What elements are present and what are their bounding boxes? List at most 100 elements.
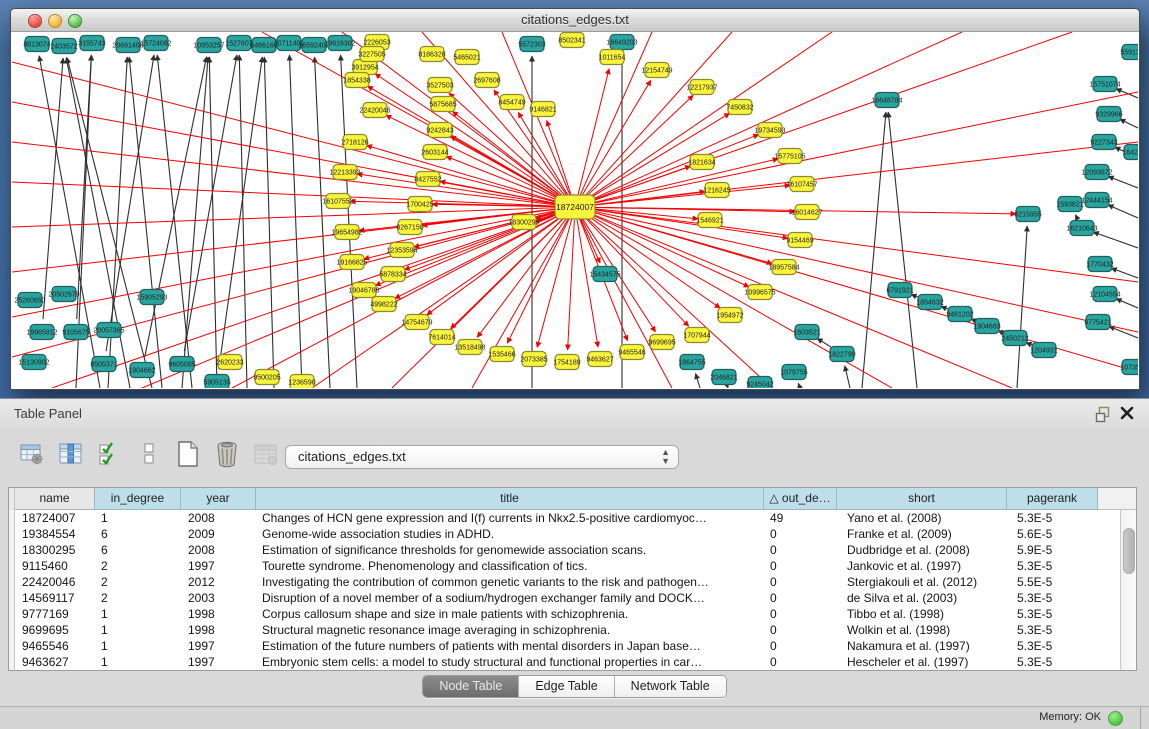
network-edge[interactable]	[446, 156, 563, 202]
network-edge[interactable]	[1108, 176, 1138, 188]
network-edge[interactable]	[1108, 205, 1138, 218]
new-table-icon[interactable]	[174, 439, 202, 469]
table-row[interactable]: 2242004622012Investigating the contribut…	[9, 574, 1120, 590]
network-edge[interactable]	[209, 57, 217, 388]
network-edge[interactable]	[145, 57, 207, 358]
tab-edge-table[interactable]: Edge Table	[519, 676, 614, 697]
tab-node-table[interactable]: Node Table	[423, 676, 519, 697]
network-edge[interactable]	[1075, 215, 1076, 217]
delete-icon[interactable]	[213, 439, 241, 469]
network-node-label: 9242843	[426, 128, 453, 135]
column-header-in_degree[interactable]: in_degree	[95, 488, 181, 510]
network-edge[interactable]	[586, 214, 720, 308]
network-edge[interactable]	[588, 159, 779, 204]
network-edge[interactable]	[588, 92, 1138, 204]
window-title: citations_edges.txt	[11, 12, 1139, 27]
network-edge[interactable]	[845, 366, 850, 388]
table-cell: 5.6E-5	[1007, 526, 1098, 542]
network-edge[interactable]	[588, 209, 788, 238]
network-edge[interactable]	[106, 55, 154, 351]
unselect-all-columns-icon[interactable]	[135, 439, 163, 469]
network-edge[interactable]	[568, 220, 575, 350]
table-row[interactable]: 946362711997Embryonic stem cells: a mode…	[9, 654, 1120, 670]
network-edge[interactable]	[588, 185, 790, 205]
column-visibility-icon[interactable]	[57, 439, 85, 469]
table-cell: 1998	[181, 606, 256, 622]
scrollbar-thumb[interactable]	[1123, 528, 1135, 574]
network-node-label: 20691406	[112, 43, 143, 50]
network-node-label: 1954972	[716, 313, 743, 320]
network-edge[interactable]	[108, 57, 127, 388]
table-row[interactable]: 977716911998Corpus callosum shape and si…	[9, 606, 1120, 622]
column-header-title[interactable]: title	[256, 488, 764, 510]
network-edge[interactable]	[289, 55, 302, 388]
network-edge[interactable]	[239, 55, 247, 388]
column-header-out_de[interactable]: △ out_de…	[764, 488, 837, 510]
network-edge[interactable]	[427, 215, 565, 315]
network-edge[interactable]	[817, 338, 831, 347]
column-header-pagerank[interactable]: pagerank	[1007, 488, 1098, 510]
table-selector-dropdown[interactable]: citations_edges.txt ▲▼	[285, 445, 679, 469]
select-all-columns-icon[interactable]	[96, 439, 124, 469]
column-header-name[interactable]: name	[15, 488, 95, 510]
network-edge[interactable]	[232, 213, 564, 388]
network-edge[interactable]	[1116, 299, 1138, 308]
network-node-label: 9605085	[168, 362, 195, 369]
network-node-label: 8215955	[1014, 212, 1041, 219]
network-node-label: 2073385	[520, 357, 547, 364]
table-row[interactable]: 1938455462009Genome-wide association stu…	[9, 526, 1120, 542]
column-header-year[interactable]: year	[181, 488, 256, 510]
column-header-short[interactable]: short	[837, 488, 1007, 510]
close-panel-icon[interactable]	[1119, 405, 1137, 423]
network-edge[interactable]	[798, 383, 800, 388]
network-node-label: 16649203	[606, 40, 637, 47]
table-cell: 19384554	[15, 526, 95, 542]
network-edge[interactable]	[1116, 89, 1138, 98]
network-node-label: 1642375	[1122, 150, 1138, 157]
network-node-label: 12353594	[386, 248, 417, 255]
table-panel-title: Table Panel	[14, 406, 82, 421]
network-node-label: 9465546	[618, 350, 645, 357]
table-row[interactable]: 911546021997Tourette syndrome. Phenomeno…	[9, 558, 1120, 574]
table-cell: Hescheler et al. (1997)	[837, 654, 1007, 670]
network-edge[interactable]	[587, 32, 962, 202]
tab-network-table[interactable]: Network Table	[615, 676, 726, 697]
network-node-label: 15130902	[18, 360, 49, 367]
table-cell: Structural magnetic resonance image aver…	[256, 622, 764, 638]
table-row[interactable]: 946554611997Estimation of the future num…	[9, 638, 1120, 654]
network-edge[interactable]	[1093, 232, 1138, 248]
table-cell: 2012	[181, 574, 256, 590]
network-edge[interactable]	[262, 32, 564, 201]
vertical-scrollbar[interactable]	[1120, 510, 1136, 670]
network-view-window[interactable]: citations_edges.txt 88130742403572315574…	[10, 8, 1140, 390]
network-edge[interactable]	[12, 210, 562, 357]
network-node-label: 3155743	[78, 41, 105, 48]
network-node-label: 2226053	[363, 40, 390, 47]
float-panel-icon[interactable]	[1095, 405, 1113, 423]
window-titlebar[interactable]: citations_edges.txt	[11, 9, 1139, 32]
table-row[interactable]: 969969511998Structural magnetic resonanc…	[9, 622, 1120, 638]
network-edge[interactable]	[315, 57, 330, 388]
network-edge[interactable]	[341, 55, 357, 388]
network-graph[interactable]: 8813074240357231557432069140615724082109…	[12, 32, 1138, 388]
network-edge[interactable]	[862, 112, 886, 388]
network-edge[interactable]	[264, 57, 274, 388]
table-row[interactable]: 1830029562008Estimation of significance …	[9, 542, 1120, 558]
network-edge[interactable]	[43, 58, 63, 319]
network-node-label: 3912954	[351, 65, 378, 72]
table-cell: 2008	[181, 510, 256, 526]
network-edge[interactable]	[1109, 326, 1138, 338]
network-node-label: 12093872	[1081, 170, 1112, 177]
delete-table-icon[interactable]	[252, 439, 280, 469]
network-edge[interactable]	[696, 373, 700, 388]
network-node-label: 8454749	[498, 100, 525, 107]
network-edge[interactable]	[77, 55, 92, 319]
table-row[interactable]: 1456911722003Disruption of a novel membe…	[9, 590, 1120, 606]
table-settings-icon[interactable]	[18, 439, 46, 469]
table-cell: 9777169	[15, 606, 95, 622]
network-canvas[interactable]: 8813074240357231557432069140615724082109…	[12, 32, 1138, 388]
table-row[interactable]: 1872400712008Changes of HCN gene express…	[9, 510, 1120, 526]
network-edge[interactable]	[1111, 268, 1138, 278]
network-node-label: 9245042	[746, 382, 773, 389]
network-edge[interactable]	[1120, 119, 1138, 128]
